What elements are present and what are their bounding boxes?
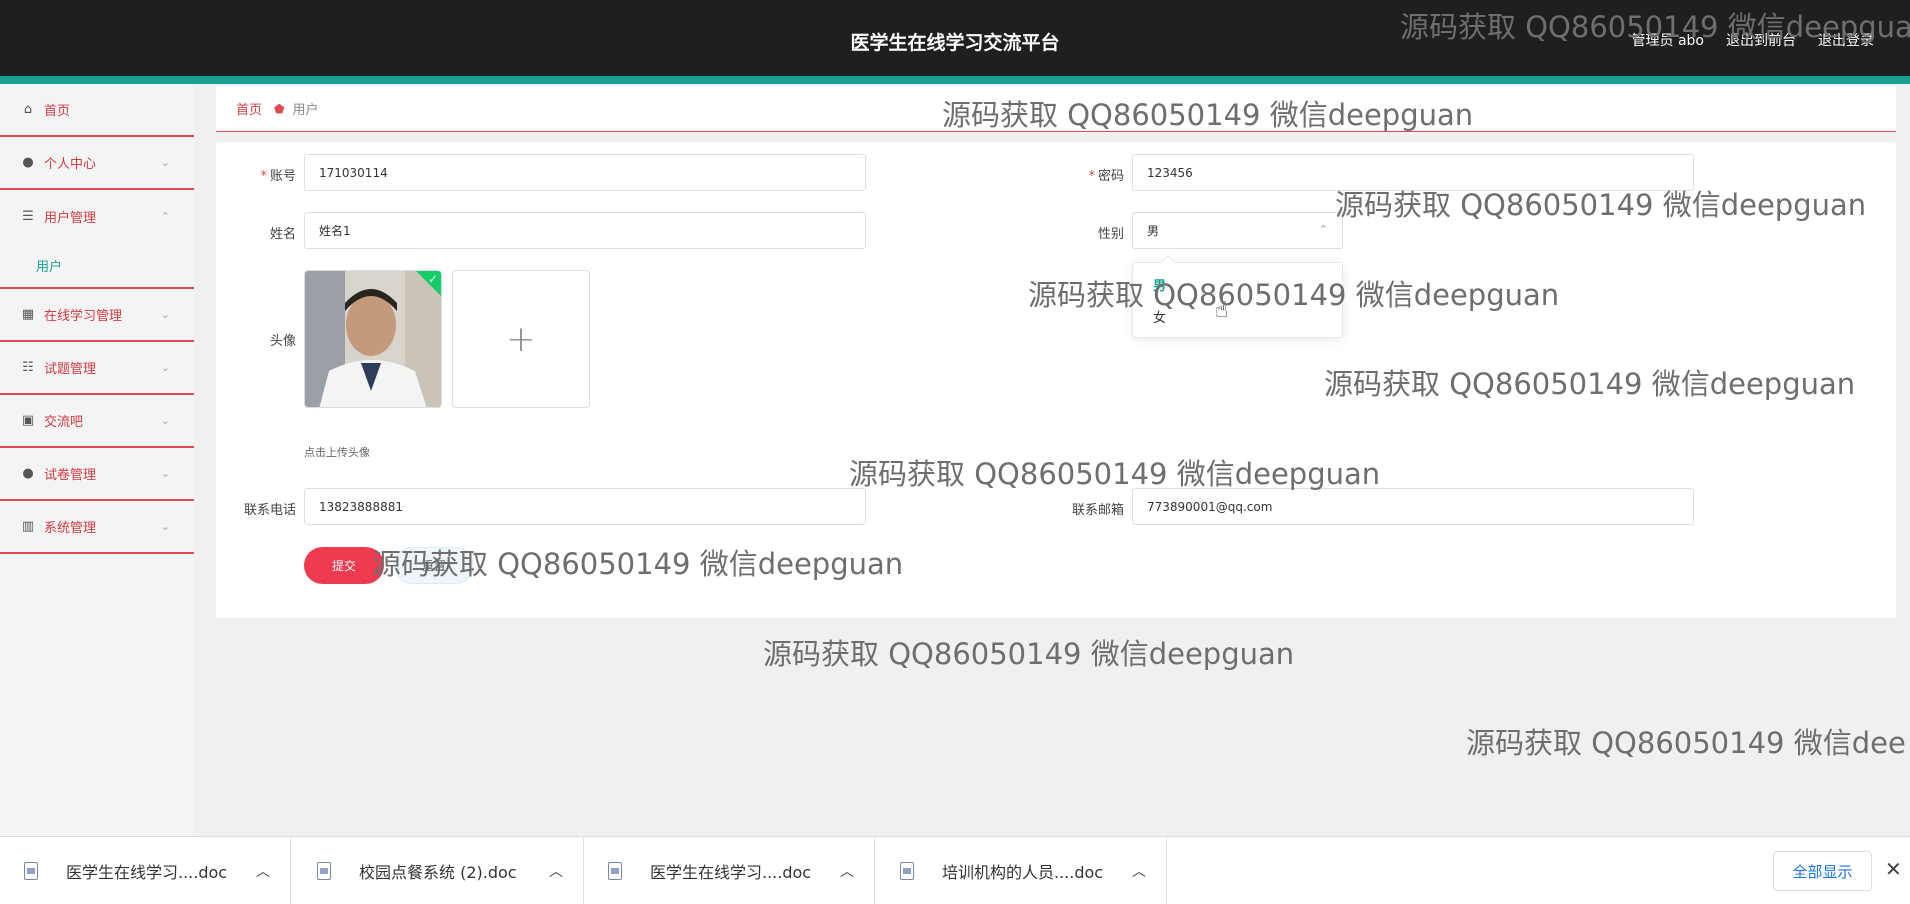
sidebar-item-label: 首页 [44, 104, 71, 119]
gender-option-male[interactable]: 男 [1153, 275, 1166, 294]
watermark: 源码获取 QQ86050149 微信deepguan [763, 637, 1295, 671]
chevron-up-icon[interactable]: ︿ [256, 861, 270, 881]
gender-label: 性别 [1097, 227, 1124, 242]
chevron-down-icon: ⌄ [160, 520, 170, 533]
download-filename: 培训机构的人员....doc [942, 863, 1104, 882]
clipboard-icon: ▣ [21, 413, 35, 428]
chevron-down-icon: ⌄ [160, 361, 170, 374]
sidebar-item-system-management[interactable]: ▥ 系统管理 ⌄ [0, 501, 194, 554]
reset-button[interactable]: 重置 [394, 547, 474, 584]
sidebar-item-label: 在线学习管理 [44, 309, 123, 324]
doc-file-icon [608, 862, 622, 880]
doc-file-icon [900, 862, 914, 880]
submit-button[interactable]: 提交 [304, 547, 384, 584]
download-filename: 医学生在线学习....doc [66, 863, 228, 882]
download-filename: 校园点餐系统 (2).doc [359, 863, 517, 882]
home-icon: ⌂ [23, 102, 33, 117]
admin-user-label: 管理员 abo [1631, 33, 1704, 49]
breadcrumb-separator-icon: ⬟ [274, 101, 285, 116]
app-title: 医学生在线学习交流平台 [850, 32, 1060, 54]
sidebar-item-user-management[interactable]: ☰ 用户管理 ⌃ [0, 190, 194, 243]
sidebar-item-question-management[interactable]: ☷ 试题管理 ⌄ [0, 342, 194, 395]
chevron-down-icon: ⌄ [160, 308, 170, 321]
check-icon: ✓ [427, 272, 438, 286]
close-icon[interactable]: ✕ [1885, 857, 1902, 881]
sidebar-item-label: 交流吧 [44, 415, 84, 430]
avatar-image[interactable]: ✓ [304, 270, 442, 408]
watermark: 源码获取 QQ86050149 微信dee [1466, 726, 1906, 760]
user-form-card: * 账号 171030114 * 密码 123456 姓名 姓名1 性别 男 ⌃ 头… [216, 142, 1896, 618]
account-label: * 账号 [260, 169, 296, 184]
breadcrumb-current: 用户 [292, 103, 319, 118]
password-label: * 密码 [1088, 169, 1124, 184]
pointer-hand-icon: ☝ [1215, 298, 1229, 323]
phone-label: 联系电话 [243, 503, 296, 518]
exit-to-front-link[interactable]: 退出到前台 [1726, 30, 1796, 50]
sidebar: ⌂ 首页 ● 个人中心 ⌄ ☰ 用户管理 ⌃ 用户 ▦ 在线学习管理 ⌄ ☷ 试… [0, 84, 194, 836]
name-input[interactable]: 姓名1 [304, 212, 866, 249]
chevron-up-icon[interactable]: ︿ [549, 861, 563, 881]
download-item[interactable]: 医学生在线学习....doc ︿ [0, 837, 291, 904]
chevron-up-icon: ⌃ [1318, 223, 1328, 236]
download-item[interactable]: 培训机构的人员....doc ︿ [876, 837, 1167, 904]
doc-file-icon [317, 862, 331, 880]
show-all-downloads-button[interactable]: 全部显示 [1773, 851, 1872, 891]
breadcrumb: 首页 ⬟ 用户 [216, 86, 1896, 132]
sidebar-item-home[interactable]: ⌂ 首页 [0, 84, 194, 137]
bank-icon: ▥ [21, 519, 35, 534]
sidebar-subitem-label: 用户 [36, 259, 63, 275]
sidebar-item-online-learning[interactable]: ▦ 在线学习管理 ⌄ [0, 289, 194, 342]
chevron-down-icon: ⌄ [160, 156, 170, 169]
upload-tip: 点击上传头像 [304, 446, 370, 459]
person-icon: ● [22, 155, 34, 170]
sidebar-item-label: 用户管理 [44, 211, 97, 226]
plus-icon: + [505, 318, 537, 360]
download-bar: 医学生在线学习....doc ︿ 校园点餐系统 (2).doc ︿ 医学生在线学… [0, 836, 1910, 904]
sidebar-item-label: 试卷管理 [44, 468, 97, 483]
list-icon: ☰ [22, 209, 34, 224]
chevron-up-icon[interactable]: ︿ [840, 861, 854, 881]
sidebar-item-personal-center[interactable]: ● 个人中心 ⌄ [0, 137, 194, 190]
chevron-down-icon: ⌄ [160, 467, 170, 480]
avatar-label: 头像 [269, 334, 296, 349]
download-filename: 医学生在线学习....doc [650, 863, 812, 882]
sidebar-item-label: 个人中心 [44, 157, 97, 172]
name-label: 姓名 [269, 227, 296, 242]
person-icon: ● [22, 466, 34, 481]
gender-select-value: 男 [1147, 224, 1160, 238]
gender-select[interactable]: 男 ⌃ [1132, 212, 1343, 249]
email-input[interactable]: 773890001@qq.com [1132, 488, 1694, 525]
doc-file-icon [24, 862, 38, 880]
avatar-portrait [305, 271, 441, 407]
download-item[interactable]: 医学生在线学习....doc ︿ [584, 837, 875, 904]
chevron-up-icon[interactable]: ︿ [1132, 861, 1146, 881]
gender-dropdown: 男 女 [1132, 254, 1343, 338]
header-actions: 管理员 abo 退出到前台 退出登录 [1632, 30, 1874, 50]
header-accent-bar [0, 76, 1910, 84]
sidebar-subitem-users[interactable]: 用户 [0, 243, 194, 289]
chevron-up-icon: ⌃ [160, 210, 170, 223]
top-header: 医学生在线学习交流平台 管理员 abo 退出到前台 退出登录 [0, 0, 1910, 76]
download-item[interactable]: 校园点餐系统 (2).doc ︿ [293, 837, 584, 904]
account-input[interactable]: 171030114 [304, 154, 866, 191]
sidebar-item-label: 试题管理 [44, 362, 97, 377]
phone-input[interactable]: 13823888881 [304, 488, 866, 525]
avatar-upload-button[interactable]: + [452, 270, 590, 408]
chevron-down-icon: ⌄ [160, 414, 170, 427]
breadcrumb-home-link[interactable]: 首页 [236, 99, 262, 118]
sidebar-item-label: 系统管理 [44, 521, 97, 536]
email-label: 联系邮箱 [1071, 503, 1124, 518]
gender-option-female[interactable]: 女 [1153, 307, 1166, 326]
sliders-icon: ☷ [22, 360, 34, 375]
password-input[interactable]: 123456 [1132, 154, 1694, 191]
sidebar-item-paper-management[interactable]: ● 试卷管理 ⌄ [0, 448, 194, 501]
logout-link[interactable]: 退出登录 [1818, 30, 1874, 50]
grid-icon: ▦ [21, 307, 35, 322]
sidebar-item-forum[interactable]: ▣ 交流吧 ⌄ [0, 395, 194, 448]
